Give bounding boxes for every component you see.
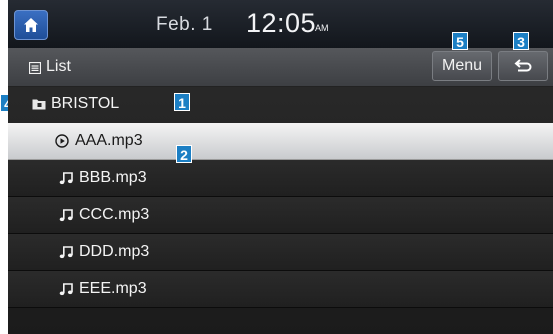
callout-2: 2 <box>176 145 192 163</box>
track-name: AAA.mp3 <box>75 132 143 149</box>
menu-button[interactable]: Menu <box>432 51 492 81</box>
media-screen: Feb. 1 12:05 AM List Menu BRISTOL AAA.mp… <box>8 0 553 334</box>
ampm-label: AM <box>315 23 329 33</box>
home-icon <box>24 18 38 32</box>
time-label: 12:05 <box>246 8 317 38</box>
back-arrow-icon <box>514 59 532 72</box>
track-row[interactable]: AAA.mp3 <box>8 123 553 160</box>
music-note-icon <box>59 172 73 185</box>
title-bar: List Menu <box>8 48 553 87</box>
track-name: DDD.mp3 <box>79 243 150 260</box>
date-label: Feb. 1 <box>156 14 213 35</box>
folder-name: BRISTOL <box>51 95 120 112</box>
track-name: EEE.mp3 <box>79 280 147 297</box>
folder-icon <box>32 99 46 110</box>
callout-5: 5 <box>452 32 468 50</box>
music-note-icon <box>59 283 73 296</box>
track-row[interactable]: CCC.mp3 <box>8 197 553 234</box>
callout-3: 3 <box>513 32 529 50</box>
home-button[interactable] <box>14 10 48 40</box>
folder-row[interactable]: BRISTOL <box>8 86 553 123</box>
track-name: CCC.mp3 <box>79 206 150 223</box>
play-circle-icon <box>55 134 69 148</box>
track-row[interactable]: BBB.mp3 <box>8 160 553 197</box>
status-bar: Feb. 1 12:05 AM <box>8 0 553 48</box>
track-row[interactable]: DDD.mp3 <box>8 234 553 271</box>
back-button[interactable] <box>498 51 548 81</box>
music-note-icon <box>59 209 73 222</box>
list-icon <box>29 62 41 74</box>
page-title: List <box>46 58 71 75</box>
track-name: BBB.mp3 <box>79 169 147 186</box>
music-note-icon <box>59 246 73 259</box>
callout-1: 1 <box>174 93 190 111</box>
track-row[interactable]: EEE.mp3 <box>8 271 553 308</box>
